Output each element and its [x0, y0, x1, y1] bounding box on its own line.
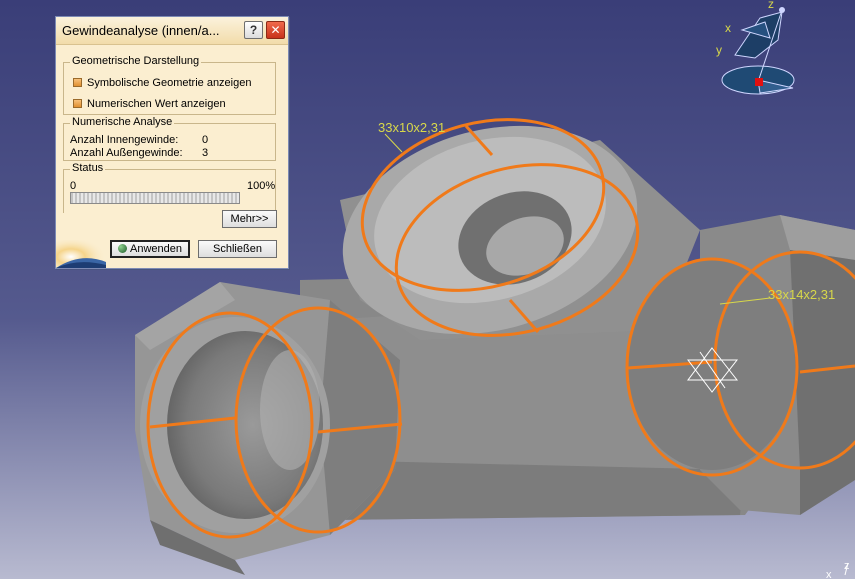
geometry-group: Geometrische Darstellung Symbolische Geo… — [63, 55, 276, 115]
internal-thread-value: 0 — [202, 134, 209, 146]
thread-analysis-dialog[interactable]: Gewindeanalyse (innen/a... ? ✕ Geometris… — [55, 16, 289, 269]
compass-x-label: x — [725, 21, 731, 35]
corner-axis-z-label: z — [844, 560, 850, 572]
more-button[interactable]: Mehr>> — [222, 210, 277, 228]
show-numeric-label[interactable]: Numerischen Wert anzeigen — [87, 98, 226, 110]
apply-button[interactable]: Anwenden — [110, 240, 190, 258]
globe-icon — [118, 244, 127, 253]
compass-z-label: z — [768, 0, 774, 11]
external-thread-value: 3 — [202, 147, 209, 159]
dialog-title: Gewindeanalyse (innen/a... — [62, 23, 220, 38]
geometry-group-title: Geometrische Darstellung — [70, 55, 202, 67]
internal-thread-label: Anzahl Innengewinde: — [70, 134, 179, 146]
numeric-group: Numerische Analyse Anzahl Innengewinde: … — [63, 116, 276, 161]
progress-min-label: 0 — [70, 180, 77, 192]
show-symbolic-label[interactable]: Symbolische Geometrie anzeigen — [87, 77, 251, 89]
status-group-title: Status — [70, 162, 106, 174]
compass-y-label: y — [716, 43, 722, 57]
dialog-corner-graphic — [56, 240, 106, 268]
progress-fill — [71, 193, 239, 203]
progress-max-label: 100% — [247, 180, 276, 192]
progress-bar — [70, 192, 240, 204]
apply-button-label: Anwenden — [130, 243, 182, 255]
help-button[interactable]: ? — [244, 21, 263, 39]
close-button[interactable]: Schließen — [198, 240, 277, 258]
corner-axis-x-label: x — [826, 569, 832, 579]
external-thread-label: Anzahl Außengewinde: — [70, 147, 183, 159]
thread-label-right[interactable]: 33x14x2,31 — [768, 287, 835, 302]
show-symbolic-checkbox[interactable] — [73, 78, 82, 87]
thread-label-top[interactable]: 33x10x2,31 — [378, 120, 445, 135]
close-icon[interactable]: ✕ — [266, 21, 285, 39]
show-numeric-checkbox[interactable] — [73, 99, 82, 108]
numeric-group-title: Numerische Analyse — [70, 116, 175, 128]
dialog-titlebar[interactable]: Gewindeanalyse (innen/a... ? ✕ — [56, 17, 288, 45]
status-group: Status 0 100% — [63, 162, 276, 213]
